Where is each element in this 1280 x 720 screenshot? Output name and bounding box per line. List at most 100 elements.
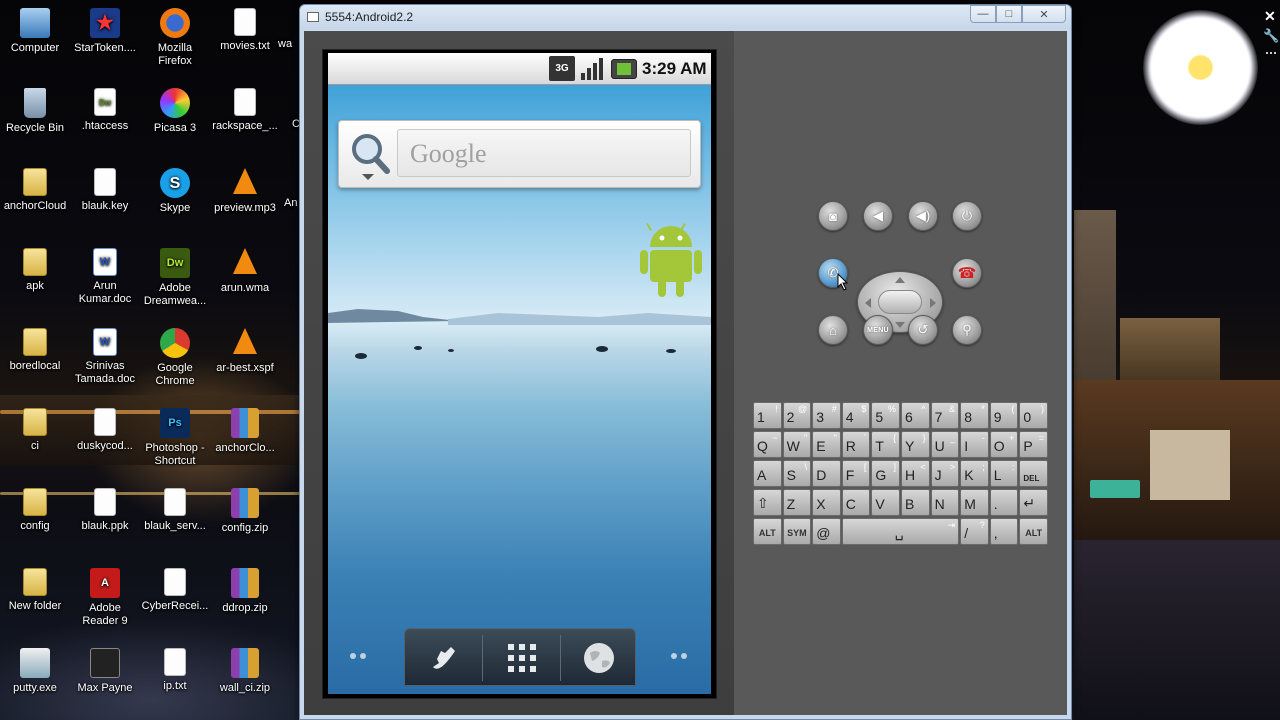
- key-[interactable]: /?: [960, 518, 989, 545]
- desktop-icon-anchorcloud[interactable]: anchorCloud: [0, 168, 70, 213]
- gadget-drag-handle[interactable]: [1266, 52, 1276, 58]
- desktop-icon-blauk-key[interactable]: blauk.key: [70, 168, 140, 213]
- desktop-icon-srinivas-tamada-doc[interactable]: W Srinivas Tamada.doc: [70, 328, 140, 386]
- desktop-icon-rackspace[interactable]: rackspace_...: [210, 88, 280, 133]
- magnifier-icon[interactable]: [347, 129, 393, 179]
- dock-phone-button[interactable]: [405, 629, 482, 687]
- window-titlebar[interactable]: 5554:Android2.2 — □ ✕: [300, 5, 1071, 29]
- key-[interactable]: ,: [989, 518, 1019, 545]
- key-k[interactable]: K;: [960, 460, 989, 487]
- dpad-down-arrow-icon[interactable]: [895, 322, 905, 328]
- key-space[interactable]: ␣ ⇥: [841, 518, 960, 545]
- android-robot-icon[interactable]: [638, 221, 704, 301]
- desktop-icon-ddrop-zip[interactable]: ddrop.zip: [210, 568, 280, 615]
- desktop-icon-ip-txt[interactable]: ip.txt: [140, 648, 210, 693]
- home-screen[interactable]: 3G 3:29 AM Google: [328, 53, 711, 694]
- key-9[interactable]: 9(: [989, 402, 1019, 429]
- key-a[interactable]: A: [753, 460, 782, 487]
- desktop-icon-picasa-3[interactable]: Picasa 3: [140, 88, 210, 135]
- key-u[interactable]: U _: [930, 431, 960, 458]
- menu-button[interactable]: MENU: [863, 315, 893, 345]
- key-b[interactable]: B: [901, 489, 930, 516]
- dpad-right-arrow-icon[interactable]: [930, 298, 936, 308]
- camera-button[interactable]: ◙: [818, 201, 848, 231]
- key-f[interactable]: F[: [841, 460, 871, 487]
- key-0[interactable]: 0): [1019, 402, 1048, 429]
- key-alt[interactable]: ALT: [1019, 518, 1048, 545]
- dpad-up-arrow-icon[interactable]: [895, 277, 905, 283]
- desktop-icon-max-payne[interactable]: Max Payne: [70, 648, 140, 695]
- key-[interactable]: @: [812, 518, 841, 545]
- search-button[interactable]: ⚲: [952, 315, 982, 345]
- key-h[interactable]: H <: [901, 460, 930, 487]
- desktop-icon-adobe-dreamwea[interactable]: Dw Adobe Dreamwea...: [140, 248, 210, 308]
- volume-up-button[interactable]: ◀): [908, 201, 938, 231]
- desktop-icon-google-chrome[interactable]: Google Chrome: [140, 328, 210, 388]
- desktop-icon-computer[interactable]: Computer: [0, 8, 70, 55]
- key-y[interactable]: Y}: [901, 431, 930, 458]
- desktop-icon-recycle-bin[interactable]: Recycle Bin: [0, 88, 70, 135]
- key-d[interactable]: D: [812, 460, 841, 487]
- key-i[interactable]: I-: [960, 431, 989, 458]
- desktop-icon-cyberrecei[interactable]: CyberRecei...: [140, 568, 210, 613]
- desktop-icon-wall-ci-zip[interactable]: wall_ci.zip: [210, 648, 280, 695]
- key-r[interactable]: R `: [841, 431, 871, 458]
- power-button[interactable]: ⏻: [952, 201, 982, 231]
- google-search-widget[interactable]: Google: [338, 120, 701, 188]
- key-v[interactable]: V: [871, 489, 900, 516]
- minimize-button[interactable]: —: [970, 5, 996, 23]
- key-[interactable]: ⇧: [753, 489, 782, 516]
- desktop-icon-mozilla-firefox[interactable]: Mozilla Firefox: [140, 8, 210, 68]
- key-o[interactable]: O +: [989, 431, 1019, 458]
- desktop-icon-ar-best-xspf[interactable]: ar-best.xspf: [210, 328, 280, 375]
- volume-down-button[interactable]: ◀: [863, 201, 893, 231]
- desktop-icon-putty-exe[interactable]: putty.exe: [0, 648, 70, 695]
- key-c[interactable]: C: [841, 489, 871, 516]
- desktop-icon-arun-wma[interactable]: arun.wma: [210, 248, 280, 295]
- key-j[interactable]: J >: [930, 460, 960, 487]
- end-call-button[interactable]: ☎: [952, 258, 982, 288]
- desktop-icon-preview-mp3[interactable]: preview.mp3: [210, 168, 280, 215]
- desktop-icon-apk[interactable]: apk: [0, 248, 70, 293]
- desktop-icon-config-zip[interactable]: config.zip: [210, 488, 280, 535]
- desktop-icon-photoshop-shortcut[interactable]: Ps Photoshop - Shortcut: [140, 408, 210, 468]
- desktop-icon-duskycod[interactable]: duskycod...: [70, 408, 140, 453]
- desktop-icon-blauk-serv[interactable]: blauk_serv...: [140, 488, 210, 533]
- key-p[interactable]: P =: [1019, 431, 1048, 458]
- key-6[interactable]: 6 ^: [901, 402, 930, 429]
- pager-right-dots[interactable]: [669, 653, 689, 661]
- key-[interactable]: .: [989, 489, 1019, 516]
- desktop-icon--htaccess[interactable]: Dw .htaccess: [70, 88, 140, 133]
- key-8[interactable]: 8 *: [960, 402, 989, 429]
- status-bar[interactable]: 3G 3:29 AM: [328, 53, 711, 85]
- desktop-icon-startoken[interactable]: ★ StarToken....: [70, 8, 140, 55]
- desktop-icon-blauk-ppk[interactable]: blauk.ppk: [70, 488, 140, 533]
- key-t[interactable]: T{: [871, 431, 900, 458]
- key-del[interactable]: DEL: [1019, 460, 1048, 487]
- key-[interactable]: ↵: [1019, 489, 1048, 516]
- key-1[interactable]: 1!: [753, 402, 782, 429]
- key-m[interactable]: M: [960, 489, 989, 516]
- key-sym[interactable]: SYM: [782, 518, 812, 545]
- desktop-icon-anchorclo[interactable]: anchorClo...: [210, 408, 280, 455]
- key-s[interactable]: S \: [782, 460, 812, 487]
- key-3[interactable]: 3 #: [812, 402, 841, 429]
- flower-clock-gadget[interactable]: [1143, 10, 1258, 125]
- key-q[interactable]: Q ~: [753, 431, 782, 458]
- key-2[interactable]: 2 @: [782, 402, 812, 429]
- key-x[interactable]: X: [812, 489, 841, 516]
- desktop-icon-arun-kumar-doc[interactable]: W Arun Kumar.doc: [70, 248, 140, 306]
- desktop-icon-movies-txt[interactable]: movies.txt: [210, 8, 280, 53]
- key-alt[interactable]: ALT: [753, 518, 782, 545]
- dpad-left-arrow-icon[interactable]: [865, 298, 871, 308]
- dock-browser-button[interactable]: [560, 629, 637, 687]
- key-5[interactable]: 5%: [871, 402, 900, 429]
- key-z[interactable]: Z: [782, 489, 812, 516]
- key-4[interactable]: 4 $: [841, 402, 871, 429]
- dock-apps-button[interactable]: [483, 629, 560, 687]
- search-input[interactable]: Google: [397, 129, 691, 177]
- desktop-icon-ci[interactable]: ci: [0, 408, 70, 453]
- close-button[interactable]: ✕: [1022, 5, 1066, 23]
- back-button[interactable]: ↺: [908, 315, 938, 345]
- desktop-icon-new-folder[interactable]: New folder: [0, 568, 70, 613]
